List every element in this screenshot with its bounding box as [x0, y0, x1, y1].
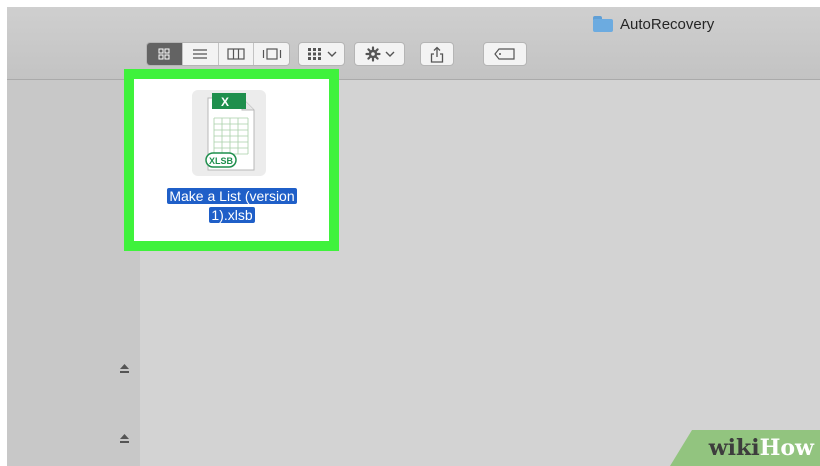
arrange-button[interactable]	[298, 42, 345, 66]
cover-flow-view-icon	[262, 48, 281, 60]
icon-view-icon	[158, 48, 170, 60]
folder-icon	[593, 16, 613, 32]
window-title-text: AutoRecovery	[620, 15, 715, 33]
selected-file-highlight: X XLSB Make a List (version 1).xlsb	[124, 69, 339, 251]
eject-icon[interactable]	[119, 363, 130, 374]
view-mode-group	[146, 42, 290, 66]
file-name-line-2: 1).xlsb	[209, 207, 255, 223]
column-view-button[interactable]	[218, 43, 255, 65]
cover-flow-view-button[interactable]	[254, 43, 289, 65]
chevron-down-icon	[385, 51, 394, 57]
action-button[interactable]	[354, 42, 405, 66]
share-button[interactable]	[420, 42, 454, 66]
grid-icon	[307, 48, 321, 60]
tags-button[interactable]	[483, 42, 527, 66]
tag-icon	[494, 48, 515, 60]
wikihow-watermark: wiki How	[670, 430, 820, 466]
file-name-line-1: Make a List (version	[167, 188, 297, 204]
list-view-button[interactable]	[182, 43, 219, 65]
excel-letter: X	[221, 95, 229, 109]
xlsb-file-item[interactable]: X XLSB	[192, 90, 266, 176]
chevron-down-icon	[327, 51, 336, 57]
sidebar	[7, 80, 140, 466]
column-view-icon	[227, 48, 245, 60]
file-type-badge: XLSB	[209, 156, 234, 166]
icon-view-button[interactable]	[147, 43, 183, 65]
window-title: AutoRecovery	[593, 15, 714, 33]
list-view-icon	[193, 49, 208, 59]
gear-icon	[364, 46, 381, 62]
file-name-label[interactable]: Make a List (version 1).xlsb	[156, 187, 308, 225]
share-icon	[430, 46, 444, 63]
watermark-how: How	[759, 435, 814, 461]
excel-file-icon: X XLSB	[205, 93, 255, 171]
watermark-wiki: wiki	[708, 435, 760, 461]
eject-icon[interactable]	[119, 433, 130, 444]
finder-window: AutoRecovery X XLSB Make a List (version…	[7, 7, 820, 466]
